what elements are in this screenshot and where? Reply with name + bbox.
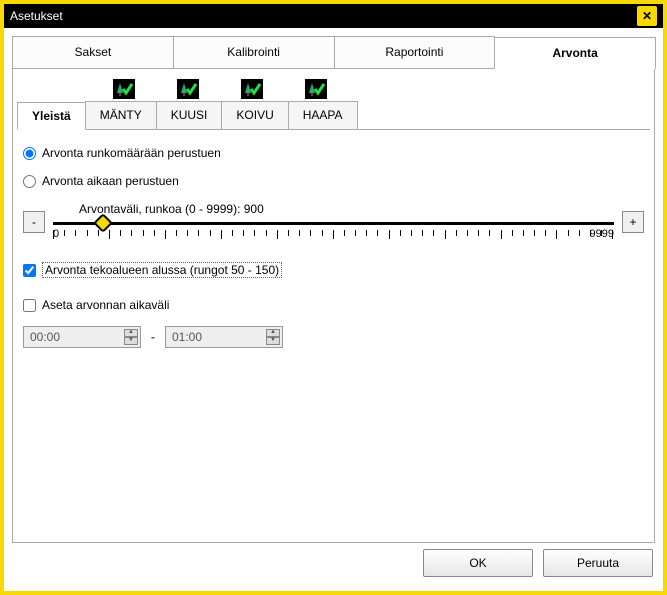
radio-label: Arvonta runkomäärään perustuen bbox=[42, 146, 221, 160]
tab-label: Sakset bbox=[75, 45, 112, 59]
tree-check-icon bbox=[113, 79, 135, 99]
subtab-haapa[interactable]: HAAPA bbox=[288, 101, 358, 129]
tree-check-icon bbox=[305, 79, 327, 99]
spin-up[interactable]: ▲ bbox=[266, 329, 280, 337]
check-set-interval[interactable] bbox=[23, 299, 36, 312]
slider-area: Arvontaväli, runkoa (0 - 9999): 900 0 99… bbox=[53, 202, 614, 242]
tree-check-icon bbox=[241, 79, 263, 99]
cancel-button[interactable]: Peruuta bbox=[543, 549, 653, 577]
radio-label: Arvonta aikaan perustuen bbox=[42, 174, 179, 188]
panel-yleista: Arvonta runkomäärään perustuen Arvonta a… bbox=[17, 130, 650, 364]
titlebar: Asetukset ✕ bbox=[4, 4, 663, 28]
radio-by-time[interactable] bbox=[23, 175, 36, 188]
window-title: Asetukset bbox=[10, 9, 637, 23]
subtab-label: HAAPA bbox=[303, 108, 343, 122]
check-start-area-row[interactable]: Arvonta tekoalueen alussa (rungot 50 - 1… bbox=[23, 262, 644, 278]
slider-increment-button[interactable]: + bbox=[622, 211, 644, 233]
slider-decrement-button[interactable]: - bbox=[23, 211, 45, 233]
button-label: OK bbox=[469, 556, 486, 570]
subtab-manty[interactable]: MÄNTY bbox=[85, 101, 157, 129]
subtab-yleista[interactable]: Yleistä bbox=[17, 102, 86, 130]
content-area: Yleistä MÄNTY KUUSI KOIVU HAAPA Arvonta … bbox=[12, 69, 655, 543]
subtab-kuusi[interactable]: KUUSI bbox=[156, 101, 223, 129]
spin-up[interactable]: ▲ bbox=[124, 329, 138, 337]
subtab-label: MÄNTY bbox=[100, 108, 142, 122]
subtab-label: KOIVU bbox=[236, 108, 273, 122]
radio-by-count[interactable] bbox=[23, 147, 36, 160]
check-start-area[interactable] bbox=[23, 264, 36, 277]
dialog-buttons: OK Peruuta bbox=[12, 543, 655, 583]
tab-kalibrointi[interactable]: Kalibrointi bbox=[173, 36, 335, 68]
sub-tab-icons bbox=[107, 79, 650, 99]
plus-icon: + bbox=[629, 215, 636, 229]
slider-min-label: 0 bbox=[53, 228, 59, 240]
tab-label: Kalibrointi bbox=[227, 45, 280, 59]
spin-down[interactable]: ▼ bbox=[266, 337, 280, 345]
settings-window: Asetukset ✕ Sakset Kalibrointi Raportoin… bbox=[0, 0, 667, 595]
subtab-koivu[interactable]: KOIVU bbox=[221, 101, 288, 129]
spinner: ▲ ▼ bbox=[124, 329, 138, 345]
check-set-interval-row[interactable]: Aseta arvonnan aikaväli bbox=[23, 298, 644, 312]
check-label: Arvonta tekoalueen alussa (rungot 50 - 1… bbox=[42, 262, 282, 278]
slider-track[interactable]: 0 9999 bbox=[53, 218, 614, 242]
slider-track-line bbox=[53, 222, 614, 225]
close-icon: ✕ bbox=[642, 9, 652, 23]
slider-label: Arvontaväli, runkoa (0 - 9999): 900 bbox=[79, 202, 614, 216]
time-from-value: 00:00 bbox=[30, 330, 60, 344]
time-from-input[interactable]: 00:00 ▲ ▼ bbox=[23, 326, 141, 348]
tab-label: Arvonta bbox=[552, 46, 597, 60]
main-tabs: Sakset Kalibrointi Raportointi Arvonta bbox=[12, 36, 655, 69]
spin-down[interactable]: ▼ bbox=[124, 337, 138, 345]
tab-raportointi[interactable]: Raportointi bbox=[334, 36, 496, 68]
slider-max-label: 9999 bbox=[590, 228, 614, 240]
radio-by-time-row[interactable]: Arvonta aikaan perustuen bbox=[23, 174, 644, 188]
subtab-label: KUUSI bbox=[171, 108, 208, 122]
slider-row: - Arvontaväli, runkoa (0 - 9999): 900 0 … bbox=[23, 202, 644, 242]
button-label: Peruuta bbox=[577, 556, 619, 570]
client-area: Sakset Kalibrointi Raportointi Arvonta Y… bbox=[4, 28, 663, 591]
tab-arvonta[interactable]: Arvonta bbox=[494, 37, 656, 69]
time-to-value: 01:00 bbox=[172, 330, 202, 344]
slider-ticks bbox=[53, 230, 614, 238]
tab-label: Raportointi bbox=[385, 45, 443, 59]
spinner: ▲ ▼ bbox=[266, 329, 280, 345]
ok-button[interactable]: OK bbox=[423, 549, 533, 577]
tree-check-icon bbox=[177, 79, 199, 99]
check-label: Aseta arvonnan aikaväli bbox=[42, 298, 169, 312]
sub-tabs: Yleistä MÄNTY KUUSI KOIVU HAAPA bbox=[17, 101, 650, 130]
close-button[interactable]: ✕ bbox=[637, 6, 657, 26]
tab-sakset[interactable]: Sakset bbox=[12, 36, 174, 68]
subtab-label: Yleistä bbox=[32, 109, 71, 123]
radio-by-count-row[interactable]: Arvonta runkomäärään perustuen bbox=[23, 146, 644, 160]
time-range-row: 00:00 ▲ ▼ - 01:00 ▲ ▼ bbox=[23, 326, 644, 348]
minus-icon: - bbox=[32, 215, 36, 229]
time-range-separator: - bbox=[151, 330, 155, 344]
time-to-input[interactable]: 01:00 ▲ ▼ bbox=[165, 326, 283, 348]
sub-tabs-wrap: Yleistä MÄNTY KUUSI KOIVU HAAPA bbox=[17, 79, 650, 130]
